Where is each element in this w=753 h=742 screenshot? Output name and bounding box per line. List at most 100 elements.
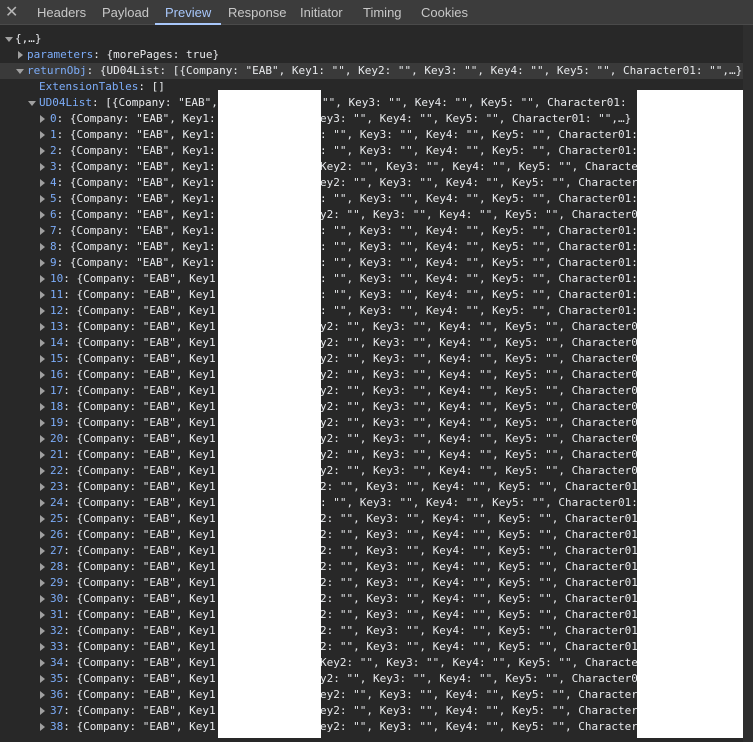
list-item[interactable]: 22: {Company: "EAB", Key1: [40, 463, 222, 479]
collapse-arrow-icon[interactable] [40, 211, 45, 219]
tree-root[interactable]: {,…} [5, 31, 42, 47]
item-summary: {Company: "EAB", Key1: [76, 304, 223, 317]
list-item[interactable]: 12: {Company: "EAB", Key1: [40, 303, 222, 319]
item-summary: {Company: "EAB", Key1: [69, 160, 216, 173]
list-item[interactable]: 4: {Company: "EAB", Key1: [40, 175, 216, 191]
collapse-arrow-icon[interactable] [40, 691, 45, 699]
close-icon[interactable]: ✕ [5, 2, 18, 22]
list-item[interactable]: 14: {Company: "EAB", Key1: [40, 335, 222, 351]
list-item[interactable]: 1: {Company: "EAB", Key1: [40, 127, 216, 143]
list-item[interactable]: 28: {Company: "EAB", Key1: [40, 559, 222, 575]
list-item[interactable]: 37: {Company: "EAB", Key1: [40, 703, 222, 719]
list-item[interactable]: 36: {Company: "EAB", Key1: [40, 687, 222, 703]
tree-node-parameters[interactable]: parameters: {morePages: true} [18, 47, 219, 63]
list-item[interactable]: 26: {Company: "EAB", Key1: [40, 527, 222, 543]
collapse-arrow-icon[interactable] [40, 339, 45, 347]
collapse-arrow-icon[interactable] [40, 115, 45, 123]
list-item[interactable]: 8: {Company: "EAB", Key1: [40, 239, 216, 255]
list-item[interactable]: 27: {Company: "EAB", Key1: [40, 543, 222, 559]
tree-node-extensiontables[interactable]: ExtensionTables: [] [39, 79, 165, 95]
collapse-arrow-icon[interactable] [40, 195, 45, 203]
tab-preview[interactable]: Preview [154, 5, 222, 25]
tab-headers[interactable]: Headers [37, 5, 86, 20]
collapse-arrow-icon[interactable] [40, 675, 45, 683]
list-item[interactable]: 11: {Company: "EAB", Key1: [40, 287, 222, 303]
collapse-arrow-icon[interactable] [40, 627, 45, 635]
collapse-arrow-icon[interactable] [40, 275, 45, 283]
expand-arrow-icon[interactable] [5, 37, 13, 42]
collapse-arrow-icon[interactable] [40, 515, 45, 523]
list-item[interactable]: 3: {Company: "EAB", Key1: [40, 159, 216, 175]
tab-timing[interactable]: Timing [363, 5, 402, 20]
collapse-arrow-icon[interactable] [40, 595, 45, 603]
tab-initiator[interactable]: Initiator [300, 5, 343, 20]
collapse-arrow-icon[interactable] [40, 227, 45, 235]
list-item[interactable]: 32: {Company: "EAB", Key1: [40, 623, 222, 639]
tab-payload[interactable]: Payload [102, 5, 149, 20]
collapse-arrow-icon[interactable] [40, 259, 45, 267]
list-item[interactable]: 7: {Company: "EAB", Key1: [40, 223, 216, 239]
item-summary-text: 2: "", Key3: "", Key4: "", Key5: "", Cha… [320, 592, 637, 605]
tab-cookies[interactable]: Cookies [421, 5, 468, 20]
list-item[interactable]: 24: {Company: "EAB", Key1: [40, 495, 222, 511]
list-item[interactable]: 17: {Company: "EAB", Key1: [40, 383, 222, 399]
collapse-arrow-icon[interactable] [40, 643, 45, 651]
list-item[interactable]: 31: {Company: "EAB", Key1: [40, 607, 222, 623]
list-item[interactable]: 0: {Company: "EAB", Key1: [40, 111, 216, 127]
collapse-arrow-icon[interactable] [40, 419, 45, 427]
collapse-arrow-icon[interactable] [40, 547, 45, 555]
collapse-arrow-icon[interactable] [40, 291, 45, 299]
list-item[interactable]: 23: {Company: "EAB", Key1: [40, 479, 222, 495]
scrollbar[interactable] [743, 25, 753, 742]
collapse-arrow-icon[interactable] [40, 531, 45, 539]
collapse-arrow-icon[interactable] [40, 659, 45, 667]
collapse-arrow-icon[interactable] [18, 51, 23, 59]
list-item[interactable]: 20: {Company: "EAB", Key1: [40, 431, 222, 447]
tab-response[interactable]: Response [228, 5, 287, 20]
collapse-arrow-icon[interactable] [40, 323, 45, 331]
collapse-arrow-icon[interactable] [40, 179, 45, 187]
collapse-arrow-icon[interactable] [40, 403, 45, 411]
collapse-arrow-icon[interactable] [40, 467, 45, 475]
collapse-arrow-icon[interactable] [40, 163, 45, 171]
collapse-arrow-icon[interactable] [40, 435, 45, 443]
list-item[interactable]: 16: {Company: "EAB", Key1: [40, 367, 222, 383]
item-summary-text: : "", Key3: "", Key4: "", Key5: "", Char… [320, 288, 637, 301]
list-item[interactable]: 2: {Company: "EAB", Key1: [40, 143, 216, 159]
collapse-arrow-icon[interactable] [40, 147, 45, 155]
collapse-arrow-icon[interactable] [40, 307, 45, 315]
collapse-arrow-icon[interactable] [40, 355, 45, 363]
collapse-arrow-icon[interactable] [40, 483, 45, 491]
list-item[interactable]: 5: {Company: "EAB", Key1: [40, 191, 216, 207]
list-item[interactable]: 18: {Company: "EAB", Key1: [40, 399, 222, 415]
expand-arrow-icon[interactable] [28, 101, 36, 106]
list-item[interactable]: 25: {Company: "EAB", Key1: [40, 511, 222, 527]
collapse-arrow-icon[interactable] [40, 499, 45, 507]
list-item[interactable]: 21: {Company: "EAB", Key1: [40, 447, 222, 463]
list-item[interactable]: 29: {Company: "EAB", Key1: [40, 575, 222, 591]
list-item[interactable]: 6: {Company: "EAB", Key1: [40, 207, 216, 223]
list-item[interactable]: 9: {Company: "EAB", Key1: [40, 255, 216, 271]
collapse-arrow-icon[interactable] [40, 131, 45, 139]
list-item[interactable]: 34: {Company: "EAB", Key1: [40, 655, 222, 671]
list-item[interactable]: 13: {Company: "EAB", Key1: [40, 319, 222, 335]
collapse-arrow-icon[interactable] [40, 451, 45, 459]
list-item[interactable]: 30: {Company: "EAB", Key1: [40, 591, 222, 607]
tree-node-returnobj[interactable]: returnObj: {UD04List: [{Company: "EAB", … [16, 63, 753, 79]
list-item[interactable]: 33: {Company: "EAB", Key1: [40, 639, 222, 655]
collapse-arrow-icon[interactable] [40, 723, 45, 731]
collapse-arrow-icon[interactable] [40, 707, 45, 715]
list-item[interactable]: 15: {Company: "EAB", Key1: [40, 351, 222, 367]
list-item[interactable]: 19: {Company: "EAB", Key1: [40, 415, 222, 431]
expand-arrow-icon[interactable] [16, 69, 24, 74]
collapse-arrow-icon[interactable] [40, 371, 45, 379]
list-item[interactable]: 38: {Company: "EAB", Key1: [40, 719, 222, 735]
collapse-arrow-icon[interactable] [40, 611, 45, 619]
tree-node-ud04list[interactable]: UD04List: [{Company: "EAB", [28, 95, 218, 111]
list-item[interactable]: 35: {Company: "EAB", Key1: [40, 671, 222, 687]
collapse-arrow-icon[interactable] [40, 563, 45, 571]
collapse-arrow-icon[interactable] [40, 387, 45, 395]
list-item[interactable]: 10: {Company: "EAB", Key1: [40, 271, 222, 287]
collapse-arrow-icon[interactable] [40, 243, 45, 251]
collapse-arrow-icon[interactable] [40, 579, 45, 587]
